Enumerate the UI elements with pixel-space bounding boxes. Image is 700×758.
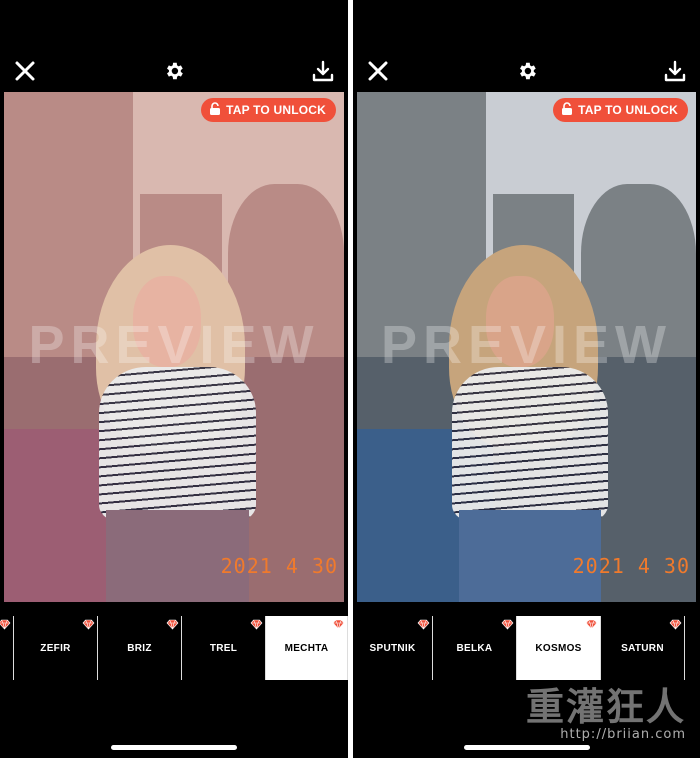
filter-item[interactable]: SATURN [601,616,685,680]
top-bar [0,52,348,88]
home-indicator[interactable] [463,745,590,750]
tap-to-unlock-button[interactable]: TAP TO UNLOCK [201,98,336,122]
download-icon[interactable] [310,58,336,84]
filter-item[interactable]: BRIZ [98,616,182,680]
site-watermark-text: 重灌狂人 [525,684,686,729]
filter-label: BRIZ [127,642,152,654]
date-stamp: 2021 4 30 [572,554,690,578]
unlock-label: TAP TO UNLOCK [226,103,326,117]
lock-icon [561,102,573,118]
diamond-icon [166,619,179,630]
filter-item[interactable] [0,616,14,680]
filter-label: KOSMOS [535,642,582,654]
preview-watermark: PREVIEW [380,315,673,375]
diamond-icon [82,619,95,630]
diamond-icon [417,619,430,630]
diamond-icon [332,619,345,630]
filter-strip: SPUTNIK BELKA KOSMOS SATURN [353,616,700,680]
filter-item[interactable]: KOSMOS [517,616,601,680]
filter-label: SATURN [621,642,664,654]
date-stamp: 2021 4 30 [220,554,338,578]
photo-preview: PREVIEW 2021 4 30 TAP TO UNLOCK [357,92,696,602]
diamond-icon [669,619,682,630]
filter-strip: ZEFIR BRIZ TREL MECHTA [0,616,348,680]
filter-item[interactable]: BELKA [433,616,517,680]
site-watermark: 重灌狂人 http://briian.com [526,676,686,742]
gear-icon[interactable] [161,58,187,84]
filter-item[interactable]: ZEFIR [14,616,98,680]
download-icon[interactable] [662,58,688,84]
close-icon[interactable] [365,58,391,84]
diamond-icon [585,619,598,630]
screen-left: PREVIEW 2021 4 30 TAP TO UNLOCK ZEFIR BRI… [0,0,348,758]
filter-label: SPUTNIK [369,642,416,654]
diamond-icon [0,619,11,630]
photo-preview: PREVIEW 2021 4 30 TAP TO UNLOCK [4,92,344,602]
filter-item[interactable]: SPUTNIK [353,616,433,680]
filter-label: MECHTA [284,642,329,654]
gear-icon[interactable] [514,58,540,84]
lock-icon [209,102,221,118]
filter-label: ZEFIR [40,642,71,654]
preview-watermark: PREVIEW [28,315,320,375]
filter-label: TREL [209,642,238,654]
unlock-label: TAP TO UNLOCK [578,103,678,117]
filter-item[interactable]: TREL [182,616,266,680]
filter-item[interactable]: MECHTA [266,616,348,680]
filter-label: BELKA [456,642,493,654]
home-indicator[interactable] [111,745,237,750]
top-bar [353,52,700,88]
diamond-icon [501,619,514,630]
screen-right: PREVIEW 2021 4 30 TAP TO UNLOCK SPUTNIK B… [353,0,700,758]
diamond-icon [250,619,263,630]
close-icon[interactable] [12,58,38,84]
tap-to-unlock-button[interactable]: TAP TO UNLOCK [553,98,688,122]
